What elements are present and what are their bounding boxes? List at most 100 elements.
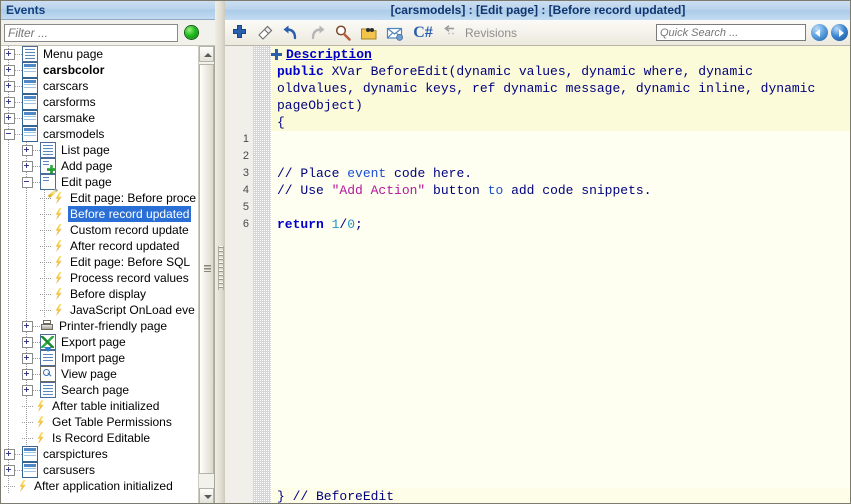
tree-item[interactable]: carsmodels [0, 126, 199, 142]
scroll-down-button[interactable] [199, 488, 214, 504]
scroll-up-button[interactable] [199, 46, 214, 62]
description-label[interactable]: Description [286, 46, 372, 63]
bolt-icon [33, 399, 47, 413]
tree-item[interactable]: Menu page [0, 46, 199, 62]
code-token: } // BeforeEdit [277, 489, 394, 504]
tree-item[interactable]: Before display [0, 286, 199, 302]
undo-button[interactable] [279, 21, 303, 45]
bolt-icon [33, 431, 47, 445]
tree-item[interactable]: carsusers [0, 462, 199, 478]
tree-guide-line [8, 318, 9, 334]
tree-guide-line [26, 302, 27, 318]
tree-collapse-icon[interactable] [22, 177, 33, 188]
tree-expand-icon[interactable] [4, 113, 15, 124]
tree-item[interactable]: Add page [0, 158, 199, 174]
bolt-icon [51, 223, 65, 237]
tree-expand-icon[interactable] [4, 49, 15, 60]
code-line-blank [271, 318, 851, 335]
csharp-icon: C# [413, 24, 433, 42]
tree-expand-icon[interactable] [22, 161, 33, 172]
tree-expand-icon[interactable] [4, 97, 15, 108]
tree-item[interactable]: carscars [0, 78, 199, 94]
gutter-pad [225, 46, 253, 131]
scrollbar-thumb[interactable] [199, 64, 214, 474]
filter-input[interactable] [4, 24, 178, 42]
tree-item[interactable]: Process record values [0, 270, 199, 286]
fold-margin[interactable] [253, 46, 271, 504]
language-csharp-button[interactable]: C# [409, 21, 437, 45]
tree-item-label: Is Record Editable [50, 430, 152, 446]
tree-connector [33, 358, 40, 359]
tree-item[interactable]: Edit page [0, 174, 199, 190]
redo-arrow-icon [308, 24, 326, 42]
table-icon [22, 446, 38, 462]
tree-item[interactable]: Export page [0, 334, 199, 350]
code-token: pageObject) [277, 98, 363, 113]
tree-expand-icon[interactable] [22, 145, 33, 156]
tree-item-label: Before display [68, 286, 148, 302]
description-fold-row[interactable]: Description [271, 46, 851, 63]
code-editor[interactable]: 123456 Description public XVar BeforeEdi… [225, 46, 851, 504]
table-icon [22, 126, 38, 142]
tree-expand-icon[interactable] [4, 81, 15, 92]
tree-item[interactable]: Printer-friendly page [0, 318, 199, 334]
tree-leaf-connector [22, 422, 33, 423]
tree-item[interactable]: Before record updated [0, 206, 199, 222]
tree-item[interactable]: Edit page: Before SQL [0, 254, 199, 270]
revisions-button[interactable] [439, 21, 463, 45]
tree-expand-icon[interactable] [22, 321, 33, 332]
tree-expand-icon[interactable] [4, 65, 15, 76]
erase-button[interactable] [253, 21, 277, 45]
tree-item-label: Export page [59, 334, 128, 350]
send-email-button[interactable] [383, 21, 407, 45]
tree-connector [33, 166, 40, 167]
tree-guide-line [26, 254, 27, 270]
tree-guide-line [8, 254, 9, 270]
tree-item[interactable]: List page [0, 142, 199, 158]
tree-item[interactable]: JavaScript OnLoad eve [0, 302, 199, 318]
bolt-icon [51, 287, 65, 301]
find-button[interactable] [331, 21, 355, 45]
tree-item[interactable]: After application initialized [0, 478, 199, 494]
code-line-blank [271, 352, 851, 369]
tree-expand-icon[interactable] [22, 385, 33, 396]
code-content[interactable]: Description public XVar BeforeEdit(dynam… [271, 46, 851, 504]
tree-item-label: Add page [59, 158, 114, 174]
tree-expand-icon[interactable] [4, 449, 15, 460]
tree-guide-line [8, 478, 9, 494]
tree-expand-icon[interactable] [22, 353, 33, 364]
tree-item[interactable]: carsforms [0, 94, 199, 110]
quick-search-input[interactable] [656, 24, 806, 41]
tree-item[interactable]: Search page [0, 382, 199, 398]
tree-item[interactable]: carsmake [0, 110, 199, 126]
events-panel-title: Events [6, 3, 45, 17]
events-tree[interactable]: Menu pagecarsbcolorcarscarscarsformscars… [0, 46, 199, 504]
redo-button[interactable] [305, 21, 329, 45]
tree-item[interactable]: After table initialized [0, 398, 199, 414]
tree-guide-line [8, 206, 9, 222]
tree-item[interactable]: Get Table Permissions [0, 414, 199, 430]
nav-forward-button[interactable] [831, 24, 848, 41]
add-action-button[interactable] [227, 21, 251, 45]
line-number: 5 [225, 199, 253, 216]
tree-collapse-icon[interactable] [4, 129, 15, 140]
tree-item[interactable]: Import page [0, 350, 199, 366]
tree-connector [15, 86, 22, 87]
tree-item[interactable]: Edit page: Before proce [0, 190, 199, 206]
find-in-files-button[interactable] [357, 21, 381, 45]
tree-expand-icon[interactable] [4, 465, 15, 476]
tree-item[interactable]: carsbcolor [0, 62, 199, 78]
tree-item[interactable]: View page [0, 366, 199, 382]
expand-description-icon[interactable] [271, 49, 282, 60]
tree-item[interactable]: carspictures [0, 446, 199, 462]
tree-item[interactable]: Custom record update [0, 222, 199, 238]
tree-item-label: After table initialized [50, 398, 161, 414]
panel-splitter[interactable] [215, 0, 225, 504]
tree-expand-icon[interactable] [22, 369, 33, 380]
tree-scrollbar[interactable] [198, 46, 214, 504]
nav-back-button[interactable] [811, 24, 828, 41]
tree-item[interactable]: After record updated [0, 238, 199, 254]
method-body[interactable]: // Place event code here.// Use "Add Act… [271, 131, 851, 488]
tree-item[interactable]: Is Record Editable [0, 430, 199, 446]
tree-expand-icon[interactable] [22, 337, 33, 348]
